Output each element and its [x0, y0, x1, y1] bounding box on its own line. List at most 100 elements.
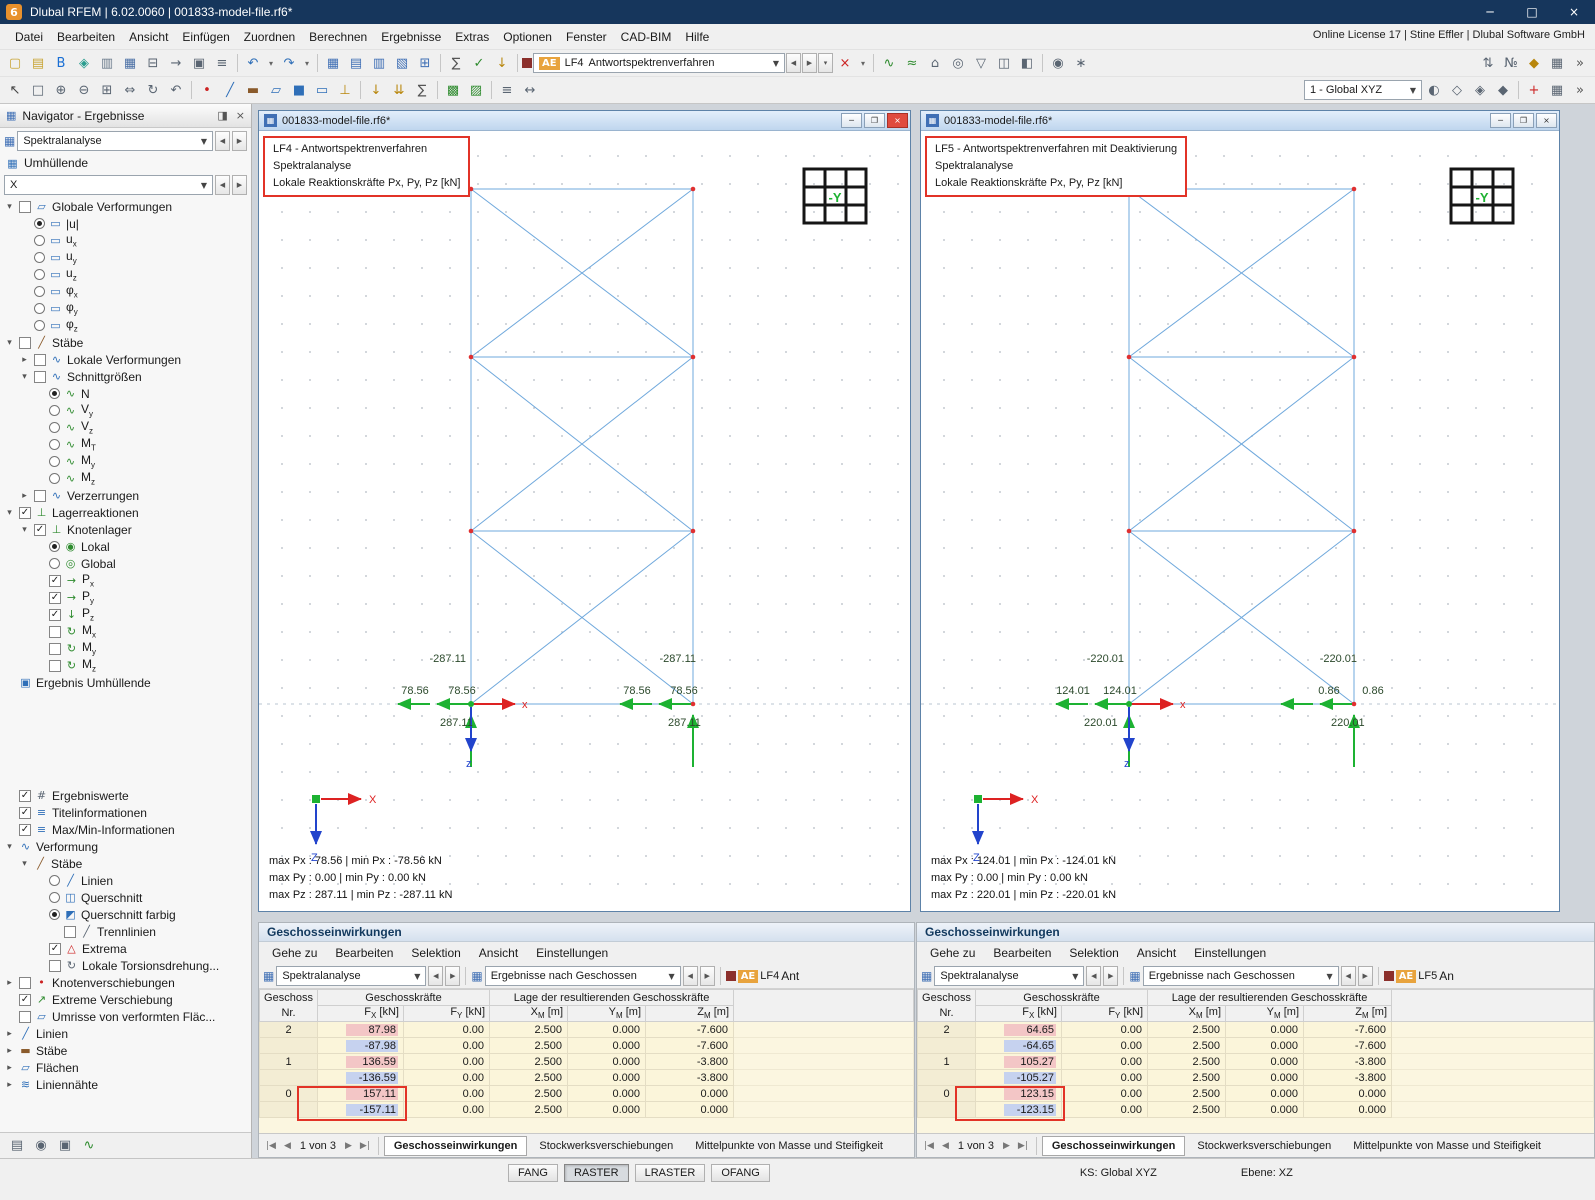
panel-menu-ansicht[interactable]: Ansicht	[1128, 943, 1185, 963]
cell-filler[interactable]	[733, 1037, 914, 1054]
tree-item-m-y[interactable]: ↻ My	[0, 640, 251, 657]
col-header-fy[interactable]: FY [kN]	[402, 1005, 491, 1022]
next-direction-button[interactable]: ▶	[232, 175, 247, 195]
radio-unselected[interactable]	[49, 439, 60, 450]
analysis-combo[interactable]: Spektralanalyse ▼	[934, 966, 1085, 986]
tree-item-st-be[interactable]: ▾ ╱ Stäbe	[0, 855, 251, 872]
col-header-zm[interactable]: ZM [m]	[1303, 1005, 1393, 1022]
sort-rows-icon[interactable]: ⇅	[1477, 52, 1499, 74]
cell-fx[interactable]: -136.59	[317, 1069, 404, 1086]
previous-view-icon[interactable]: ↶	[165, 79, 187, 101]
panel-menu-gehe-zu[interactable]: Gehe zu	[263, 943, 326, 963]
tree-item-max-min-informationen[interactable]: ✓ ≡ Max/Min-Informationen	[0, 821, 251, 838]
model-canvas[interactable]: x z X Z -220.01 -220.01 124.01 124.01 0.…	[921, 131, 1559, 911]
table-row[interactable]: 0 157.11 0.00 2.500 0.000 0.000	[259, 1085, 914, 1102]
table-row[interactable]: -123.15 0.00 2.500 0.000 0.000	[917, 1101, 1594, 1118]
panel-menu-bearbeiten[interactable]: Bearbeiten	[984, 943, 1060, 963]
cell-ym[interactable]: 0.000	[567, 1069, 647, 1086]
cell-zm[interactable]: 0.000	[1303, 1101, 1393, 1118]
redo-dropdown-icon[interactable]: ▾	[301, 52, 313, 74]
visibility-icon[interactable]: ◎	[947, 52, 969, 74]
menu-berechnen[interactable]: Berechnen	[302, 26, 374, 48]
member-tool-icon[interactable]: ▬	[242, 79, 264, 101]
tree-item-linien[interactable]: ▸ ╱ Linien	[0, 1025, 251, 1042]
panel-menu-ansicht[interactable]: Ansicht	[470, 943, 527, 963]
checkbox-checked[interactable]: ✓	[19, 506, 31, 519]
check-model-icon[interactable]: ✓	[468, 52, 490, 74]
child-close-button[interactable]: ×	[1536, 113, 1557, 128]
cell-xm[interactable]: 2.500	[489, 1101, 569, 1118]
checkbox-unchecked[interactable]	[49, 625, 61, 638]
analysis-type-combo[interactable]: Spektralanalyse ▼	[17, 131, 213, 151]
cell-geschoss-nr[interactable]	[259, 1101, 318, 1118]
cell-ym[interactable]: 0.000	[567, 1037, 647, 1054]
tree-item-v-z[interactable]: ∿ Vz	[0, 419, 251, 436]
support-tool-icon[interactable]: ⊥	[334, 79, 356, 101]
table-row[interactable]: 1 136.59 0.00 2.500 0.000 -3.800	[259, 1053, 914, 1070]
menu-hilfe[interactable]: Hilfe	[678, 26, 716, 48]
next-analysis-button[interactable]: ▶	[232, 131, 247, 151]
checkbox-unchecked[interactable]	[19, 1010, 31, 1023]
cell-ym[interactable]: 0.000	[1225, 1053, 1305, 1070]
section-icon[interactable]: ◫	[993, 52, 1015, 74]
pan-view-icon[interactable]: ⇔	[119, 79, 141, 101]
maximize-button[interactable]: □	[1511, 0, 1553, 24]
radio-unselected[interactable]	[49, 875, 60, 886]
line-load-icon[interactable]: ⇊	[388, 79, 410, 101]
radio-unselected[interactable]	[49, 473, 60, 484]
cell-xm[interactable]: 2.500	[489, 1085, 569, 1102]
cell-filler[interactable]	[1391, 1101, 1594, 1118]
cell-zm[interactable]: 0.000	[1303, 1085, 1393, 1102]
tree-item-lokal[interactable]: ◉ Lokal	[0, 538, 251, 555]
cell-fy[interactable]: 0.00	[1060, 1085, 1149, 1102]
cell-ym[interactable]: 0.000	[567, 1053, 647, 1070]
cell-geschoss-nr[interactable]: 1	[917, 1053, 976, 1070]
radio-unselected[interactable]	[49, 405, 60, 416]
child-window-titlebar[interactable]: ▦ 001833-model-file.rf6* ─ ❐ ×	[921, 111, 1559, 131]
tree-item-querschnitt-farbig[interactable]: ◩ Querschnitt farbig	[0, 906, 251, 923]
cell-zm[interactable]: -7.600	[1303, 1037, 1393, 1054]
checkbox-checked[interactable]: ✓	[49, 942, 61, 955]
radio-selected[interactable]	[49, 541, 60, 552]
previous-page-button[interactable]: ◀	[939, 1139, 952, 1153]
tree-item-lokale-torsionsdrehung[interactable]: ↻ Lokale Torsionsdrehung...	[0, 957, 251, 974]
tree-item-st-be[interactable]: ▸ ▬ Stäbe	[0, 1042, 251, 1059]
tree-item-u-z[interactable]: ▭ uz	[0, 266, 251, 283]
renumber-icon[interactable]: №	[1500, 52, 1522, 74]
col-group-location[interactable]: Lage der resultierenden Geschosskräfte	[489, 989, 735, 1006]
snap-toggle-fang[interactable]: FANG	[508, 1164, 558, 1182]
data-navigator-icon[interactable]: ▤	[6, 1135, 28, 1157]
menu-extras[interactable]: Extras	[448, 26, 496, 48]
checkbox-checked[interactable]: ✓	[19, 823, 31, 836]
tab-geschosseinwirkungen[interactable]: Geschosseinwirkungen	[383, 1135, 528, 1156]
checkbox-checked[interactable]: ✓	[19, 806, 31, 819]
col-header-ym[interactable]: YM [m]	[1225, 1005, 1305, 1022]
table-row[interactable]: 0 123.15 0.00 2.500 0.000 0.000	[917, 1085, 1594, 1102]
child-close-button[interactable]: ×	[887, 113, 908, 128]
undo-dropdown-icon[interactable]: ▾	[265, 52, 277, 74]
delete-results-icon[interactable]: ×	[834, 52, 856, 74]
cell-filler[interactable]	[1391, 1021, 1594, 1038]
checkbox-unchecked[interactable]	[19, 336, 31, 349]
cell-geschoss-nr[interactable]	[259, 1069, 318, 1086]
project-navigator-icon[interactable]: ▥	[96, 52, 118, 74]
checkbox-checked[interactable]: ✓	[49, 574, 61, 587]
model-view-lf5[interactable]: LF5 - Antwortspektrenverfahren mit Deakt…	[921, 131, 1559, 911]
webservice-icon[interactable]: ◈	[73, 52, 95, 74]
pointer-icon[interactable]: ↖	[4, 79, 26, 101]
line-tool-icon[interactable]: ╱	[219, 79, 241, 101]
cell-fx[interactable]: -123.15	[975, 1101, 1062, 1118]
panel-menu-selektion[interactable]: Selektion	[1060, 943, 1127, 963]
direction-combo[interactable]: X ▼	[4, 175, 213, 195]
coordinate-system-combo[interactable]: 1 - Global XYZ ▼	[1304, 80, 1422, 100]
cell-xm[interactable]: 2.500	[1147, 1085, 1227, 1102]
cell-geschoss-nr[interactable]	[917, 1037, 976, 1054]
snap-toggle-ofang[interactable]: OFANG	[711, 1164, 770, 1182]
collapse-icon[interactable]: ▾	[4, 202, 15, 212]
checkbox-unchecked[interactable]	[64, 925, 76, 938]
checkbox-unchecked[interactable]	[34, 353, 46, 366]
mesh-settings-icon[interactable]: ▨	[465, 79, 487, 101]
tree-item-verzerrungen[interactable]: ▸ ∿ Verzerrungen	[0, 487, 251, 504]
table-row[interactable]: 1 105.27 0.00 2.500 0.000 -3.800	[917, 1053, 1594, 1070]
cell-fx[interactable]: -157.11	[317, 1101, 404, 1118]
